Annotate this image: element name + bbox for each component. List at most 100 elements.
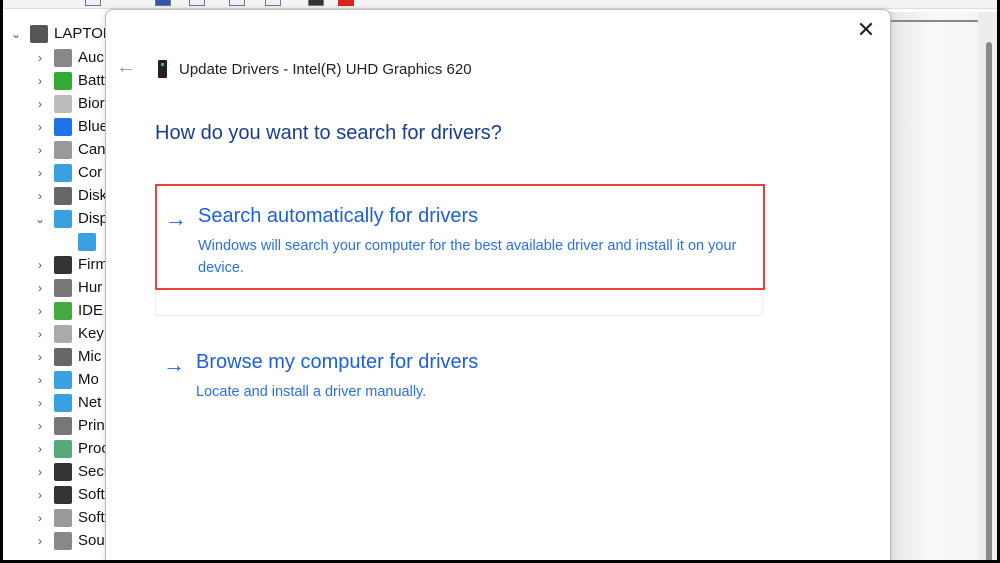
- tree-item-label: Mo: [78, 371, 99, 388]
- tree-item-label: Mic: [78, 348, 102, 365]
- tree-item[interactable]: ⌄ LAPTOP: [10, 22, 113, 45]
- uninstall-icon[interactable]: [338, 0, 354, 6]
- device-category-icon: [30, 24, 48, 43]
- device-category-icon: [54, 186, 72, 205]
- arrow-right-icon: →: [163, 352, 185, 377]
- tree-item-label: Disk: [78, 187, 108, 204]
- tree-item-label: Prin: [78, 417, 105, 434]
- page-heading: How do you want to search for drivers?: [155, 122, 502, 144]
- tree-item[interactable]: › Soft: [34, 506, 105, 529]
- chevron-right-icon[interactable]: ›: [34, 97, 46, 111]
- tree-item[interactable]: › Sou: [34, 529, 105, 552]
- chevron-right-icon[interactable]: ›: [34, 488, 46, 502]
- chevron-right-icon[interactable]: ›: [34, 373, 46, 387]
- chevron-right-icon[interactable]: ›: [34, 304, 46, 318]
- option-title: Search automatically for drivers: [198, 205, 479, 227]
- device-category-icon: [54, 531, 72, 550]
- browse-computer-option[interactable]: → Browse my computer for drivers Locate …: [155, 332, 765, 400]
- tree-item[interactable]: › Can: [34, 138, 106, 161]
- tree-item[interactable]: › Mic: [34, 345, 101, 368]
- tree-item[interactable]: › Blue: [34, 115, 108, 138]
- device-category-icon: [54, 209, 72, 228]
- arrow-right-icon: →: [165, 206, 187, 231]
- chevron-right-icon[interactable]: ›: [34, 281, 46, 295]
- toolbar-button[interactable]: [308, 0, 324, 6]
- tree-item[interactable]: › IDE: [34, 299, 103, 322]
- device-category-icon: [54, 485, 72, 504]
- chevron-right-icon[interactable]: ›: [34, 534, 46, 548]
- update-drivers-dialog: ✕ ← Update Drivers - Intel(R) UHD Graphi…: [105, 9, 891, 560]
- tree-item[interactable]: › Bior: [34, 92, 105, 115]
- tree-item-label: Auc: [78, 49, 104, 66]
- chevron-down-icon[interactable]: ⌄: [10, 27, 22, 41]
- tree-item[interactable]: › Key: [34, 322, 104, 345]
- tree-item[interactable]: › Proc: [34, 437, 109, 460]
- device-category-icon: [54, 71, 72, 90]
- tree-item[interactable]: › Mo: [34, 368, 99, 391]
- device-category-icon: [54, 370, 72, 389]
- chevron-right-icon[interactable]: ›: [34, 143, 46, 157]
- device-category-icon: [54, 439, 72, 458]
- tree-item-label: Sou: [78, 532, 105, 549]
- chevron-right-icon[interactable]: ›: [34, 327, 46, 341]
- chevron-right-icon[interactable]: ›: [34, 442, 46, 456]
- chevron-right-icon[interactable]: ›: [34, 189, 46, 203]
- tree-item[interactable]: ⌄ Disp: [34, 207, 108, 230]
- tree-item-label: Disp: [78, 210, 109, 227]
- tree-item[interactable]: › Soft: [34, 483, 105, 506]
- device-category-icon: [54, 140, 72, 159]
- chevron-right-icon[interactable]: ›: [34, 51, 46, 65]
- chevron-right-icon[interactable]: ›: [34, 350, 46, 364]
- device-manager-window: ⌄ LAPTOP › Auc › Batt › Bior › Blue › Can › Cor › Disk ⌄…: [3, 0, 997, 560]
- tree-item-label: Bior: [78, 95, 105, 112]
- device-category-icon: [54, 393, 72, 412]
- toolbar-button[interactable]: [85, 0, 101, 6]
- device-category-icon: [54, 94, 72, 113]
- tree-item-label: Soft: [78, 486, 105, 503]
- device-category-icon: [54, 163, 72, 182]
- chevron-right-icon[interactable]: ›: [34, 396, 46, 410]
- tree-item[interactable]: › Net: [34, 391, 101, 414]
- tree-item[interactable]: [58, 230, 102, 253]
- tree-item-label: Hur: [78, 279, 103, 296]
- tree-item[interactable]: › Prin: [34, 414, 105, 437]
- device-category-icon: [54, 255, 72, 274]
- toolbar-button[interactable]: [229, 0, 245, 6]
- tree-item[interactable]: › Batt: [34, 69, 105, 92]
- chevron-right-icon[interactable]: ›: [34, 258, 46, 272]
- close-button[interactable]: ✕: [854, 18, 878, 42]
- scrollbar[interactable]: [978, 12, 997, 560]
- device-icon: [158, 60, 167, 78]
- tree-item-label: Firm: [78, 256, 108, 273]
- back-arrow-icon[interactable]: ←: [116, 56, 136, 79]
- toolbar-button[interactable]: [189, 0, 205, 6]
- option-description: Windows will search your computer for th…: [198, 238, 737, 276]
- tree-item-label: Key: [78, 325, 104, 342]
- option-description: Locate and install a driver manually.: [196, 384, 427, 400]
- toolbar-button[interactable]: [265, 0, 281, 6]
- chevron-right-icon[interactable]: ›: [34, 166, 46, 180]
- chevron-right-icon[interactable]: ›: [34, 465, 46, 479]
- tree-item[interactable]: › Disk: [34, 184, 107, 207]
- tree-item-label: Cor: [78, 164, 103, 181]
- tree-item[interactable]: › Hur: [34, 276, 102, 299]
- device-category-icon: [54, 508, 72, 527]
- chevron-right-icon[interactable]: ›: [34, 419, 46, 433]
- tree-item-label: Batt: [78, 72, 105, 89]
- chevron-right-icon[interactable]: ›: [34, 74, 46, 88]
- device-category-icon: [54, 416, 72, 435]
- search-automatically-option[interactable]: → Search automatically for drivers Windo…: [155, 184, 765, 290]
- tree-item[interactable]: › Auc: [34, 46, 104, 69]
- chevron-right-icon[interactable]: ›: [34, 120, 46, 134]
- option-title: Browse my computer for drivers: [196, 351, 479, 373]
- tree-item[interactable]: › Cor: [34, 161, 102, 184]
- scrollbar-thumb[interactable]: [986, 42, 992, 560]
- chevron-right-icon[interactable]: ›: [34, 511, 46, 525]
- tree-item-label: Can: [78, 141, 106, 158]
- device-category-icon: [54, 462, 72, 481]
- tree-item[interactable]: › Firm: [34, 253, 108, 276]
- tree-item[interactable]: › Secu: [34, 460, 112, 483]
- tree-item-label: Soft: [78, 509, 105, 526]
- toolbar-button[interactable]: [155, 0, 171, 6]
- chevron-down-icon[interactable]: ⌄: [34, 212, 46, 226]
